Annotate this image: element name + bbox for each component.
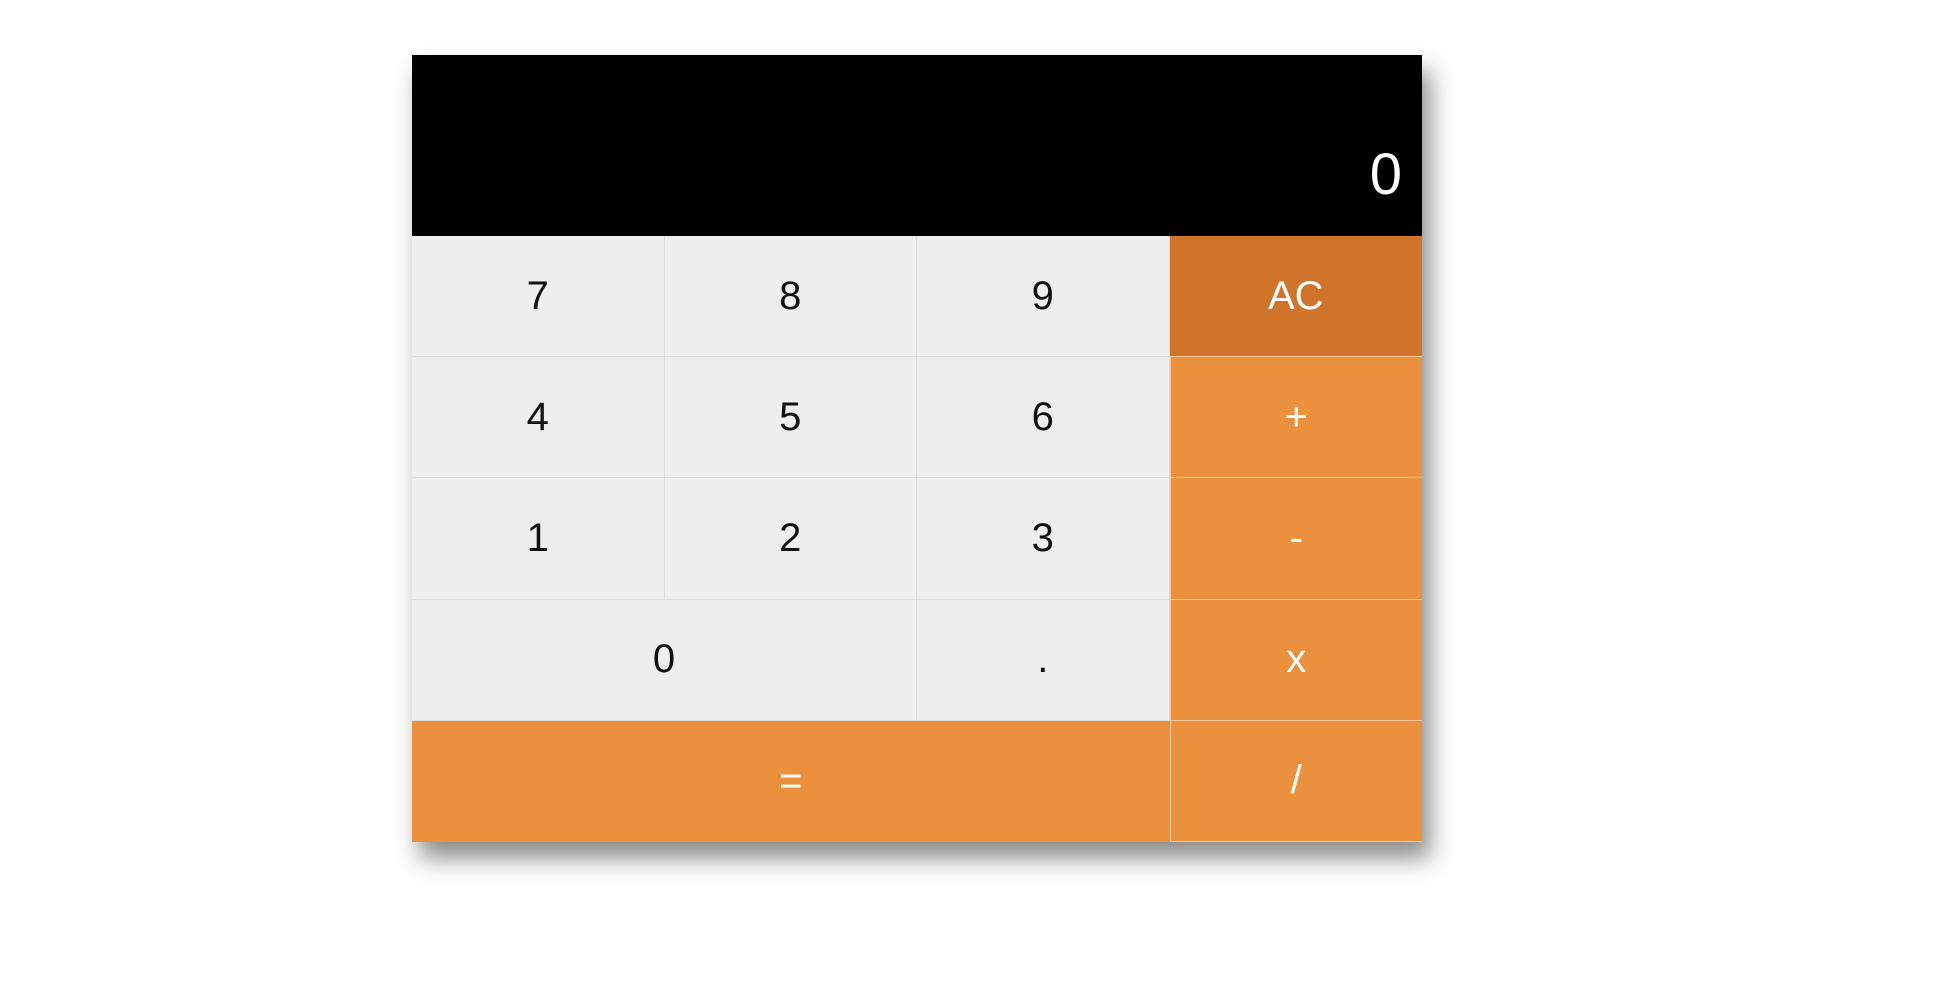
decimal-button[interactable]: . [917, 599, 1170, 721]
display-value: 0 [1369, 142, 1402, 207]
divide-button[interactable]: / [1169, 720, 1422, 842]
calculator: 0 7 8 9 AC 4 5 6 + 1 2 3 - 0 . x = / [412, 55, 1422, 842]
clear-button[interactable]: AC [1169, 236, 1422, 358]
key-0[interactable]: 0 [412, 599, 917, 721]
key-7[interactable]: 7 [412, 236, 665, 358]
key-9[interactable]: 9 [917, 236, 1170, 358]
key-3[interactable]: 3 [917, 478, 1170, 600]
subtract-button[interactable]: - [1169, 478, 1422, 600]
key-1[interactable]: 1 [412, 478, 665, 600]
key-6[interactable]: 6 [917, 357, 1170, 479]
key-8[interactable]: 8 [664, 236, 917, 358]
equals-button[interactable]: = [412, 720, 1170, 842]
multiply-button[interactable]: x [1169, 599, 1422, 721]
add-button[interactable]: + [1169, 357, 1422, 479]
calculator-display: 0 [412, 55, 1422, 236]
keypad: 7 8 9 AC 4 5 6 + 1 2 3 - 0 . x = / [412, 236, 1422, 842]
key-2[interactable]: 2 [664, 478, 917, 600]
key-4[interactable]: 4 [412, 357, 665, 479]
key-5[interactable]: 5 [664, 357, 917, 479]
